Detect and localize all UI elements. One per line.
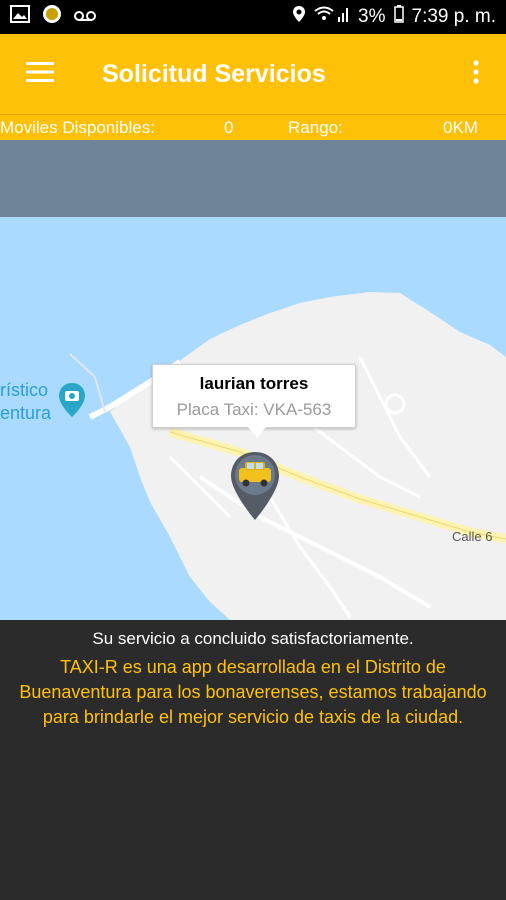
app-bar: Solicitud Servicios [0, 34, 506, 114]
clock: 7:39 p. m. [411, 6, 497, 27]
map-header-band [0, 140, 506, 217]
menu-button[interactable] [0, 34, 80, 114]
driver-name: laurian torres [199, 374, 309, 393]
service-status-message: Su servicio a concluido satisfactoriamen… [92, 629, 414, 648]
overflow-menu-button[interactable] [446, 34, 506, 114]
location-icon [292, 5, 306, 29]
availability-bar: Moviles Disponibles: 0 Rango: 0KM [0, 114, 506, 140]
taxi-plate: Placa Taxi: VKA-563 [176, 400, 332, 419]
hamburger-icon [26, 61, 54, 88]
voicemail-icon [74, 6, 96, 28]
moviles-value: 0 [224, 117, 234, 137]
rango-value: 0KM [443, 117, 478, 137]
rango-label: Rango: [288, 117, 343, 137]
battery-percent: 3% [358, 6, 386, 27]
more-vert-icon [473, 59, 479, 89]
gallery-notification-icon [10, 5, 30, 29]
message-panel: Su servicio a concluido satisfactoriamen… [0, 620, 506, 900]
moviles-label: Moviles Disponibles: [0, 117, 155, 137]
map-view[interactable]: rístico entura Calle 6 laurian torres Pl… [0, 217, 506, 620]
street-label: Calle 6 [452, 529, 493, 544]
wifi-signal-icon [314, 5, 350, 29]
page-title: Solicitud Servicios [102, 59, 326, 88]
app-info-message: TAXI-R es una app desarrollada en el Dis… [19, 657, 487, 727]
marker-info-window[interactable]: laurian torres Placa Taxi: VKA-563 [152, 364, 356, 438]
status-bar: 3% 7:39 p. m. [0, 0, 506, 34]
map-place-label: rístico [0, 380, 49, 400]
map-place-label-2: entura [0, 403, 52, 423]
battery-icon [393, 5, 404, 29]
info-window-pointer [248, 427, 266, 438]
app-notification-icon [42, 4, 62, 30]
